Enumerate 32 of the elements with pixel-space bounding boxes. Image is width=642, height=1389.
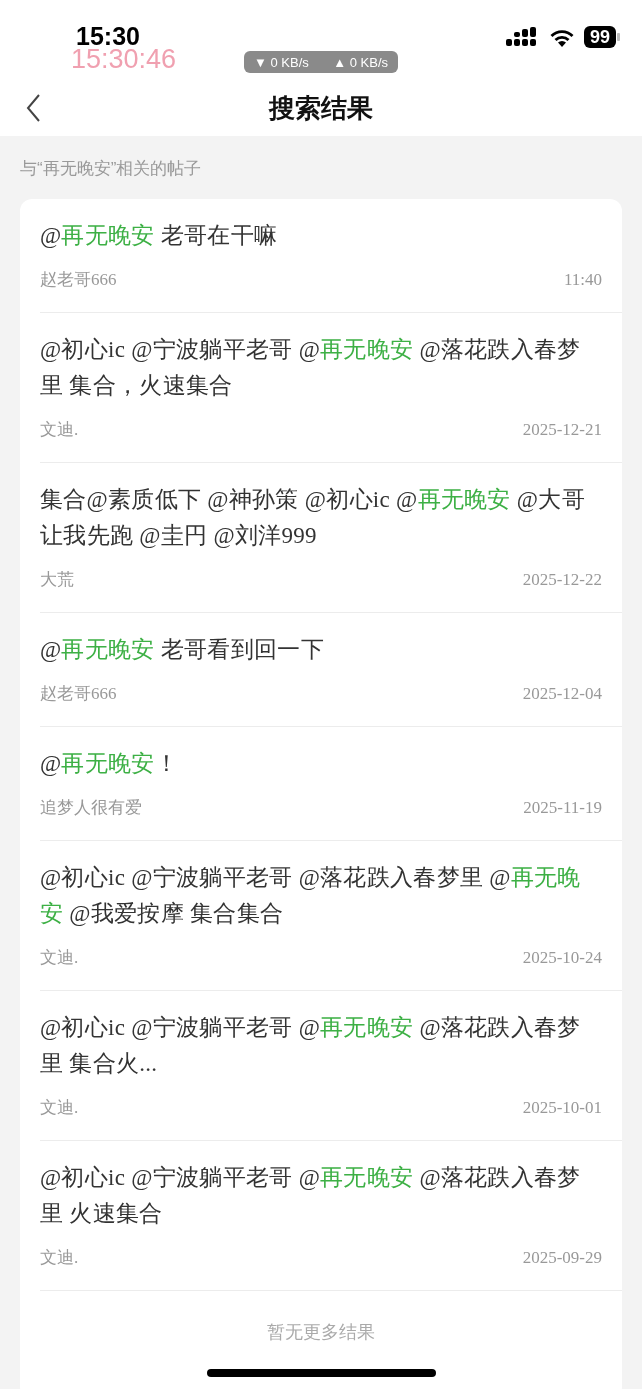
post-time: 2025-10-01	[522, 1097, 602, 1119]
post-time: 2025-12-22	[522, 569, 602, 591]
download-speed: ▼ 0 KB/s	[254, 54, 309, 70]
post-time: 2025-12-04	[522, 683, 602, 705]
post-time: 2025-10-24	[522, 947, 602, 969]
search-summary: 与“再无晚安”相关的帖子	[20, 158, 203, 180]
post-text[interactable]: @再无晚安！	[40, 746, 602, 782]
author-name: 大荒	[40, 569, 74, 591]
page-title: 搜索结果	[269, 91, 373, 125]
post-text[interactable]: @初心ic @宁波躺平老哥 @再无晚安 @落花跌入春梦里 集合，火速集合	[40, 332, 602, 404]
post-text[interactable]: @初心ic @宁波躺平老哥 @落花跌入春梦里 @再无晚安 @我爱按摩 集合集合	[40, 860, 602, 932]
author-name: 文迪.	[40, 419, 79, 441]
author-name: 赵老哥666	[40, 269, 117, 291]
post-time: 2025-12-21	[522, 419, 602, 441]
author-name: 追梦人很有爱	[40, 797, 142, 819]
post-text[interactable]: @再无晚安 老哥看到回一下	[40, 632, 602, 668]
post-text[interactable]: @再无晚安 老哥在干嘛	[40, 218, 602, 254]
back-icon	[25, 93, 41, 123]
battery-tip-icon	[617, 33, 620, 41]
post-time: 2025-09-29	[522, 1247, 602, 1269]
post-text[interactable]: @初心ic @宁波躺平老哥 @再无晚安 @落花跌入春梦里 火速集合	[40, 1160, 602, 1232]
post-text[interactable]: @初心ic @宁波躺平老哥 @再无晚安 @落花跌入春梦里 集合火...	[40, 1010, 602, 1082]
post-time: 2025-11-19	[523, 797, 602, 819]
post-text[interactable]: 集合@素质低下 @神孙策 @初心ic @再无晚安 @大哥让我先跑 @圭円 @刘洋999	[40, 482, 602, 554]
author-name: 赵老哥666	[40, 683, 117, 705]
post-time: 11:40	[563, 269, 602, 291]
author-name: 文迪.	[40, 1247, 79, 1269]
battery-level: 99	[583, 26, 616, 48]
author-name: 文迪.	[40, 947, 79, 969]
no-more-results: 暂无更多结果	[266, 1321, 376, 1344]
author-name: 文迪.	[40, 1097, 79, 1119]
upload-speed: ▲ 0 KB/s	[333, 54, 388, 70]
